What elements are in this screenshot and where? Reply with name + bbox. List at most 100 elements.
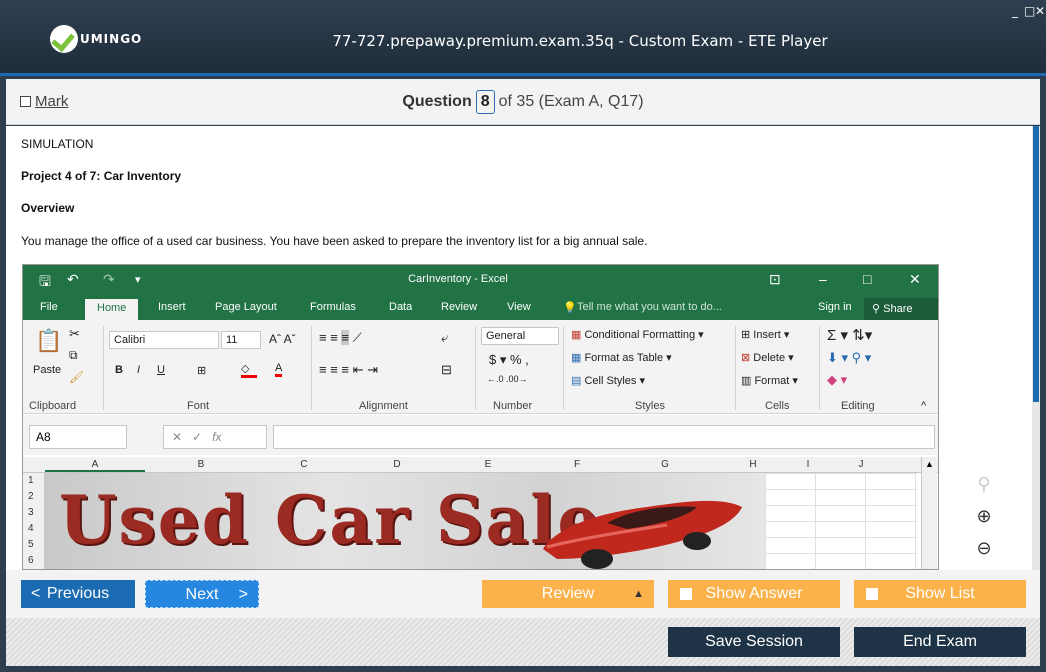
row-header: 6 xyxy=(28,555,34,566)
show-answer-button[interactable]: Show Answer xyxy=(668,580,840,608)
row-header: 3 xyxy=(28,507,34,518)
column-header: B xyxy=(197,459,205,470)
column-header: I xyxy=(806,459,810,470)
decimal-icon: ←.0 .00→ xyxy=(487,374,528,384)
question-content: SIMULATION Project 4 of 7: Car Inventory… xyxy=(6,126,1032,570)
excel-close-icon: ✕ xyxy=(909,271,921,287)
show-list-checkbox-icon[interactable] xyxy=(866,588,878,600)
insert-cells-item: ⊞ Insert ▾ xyxy=(741,329,790,341)
format-painter-icon: 🖌 xyxy=(69,370,85,384)
conditional-formatting-label: Conditional Formatting xyxy=(584,329,696,341)
merge-icon: ⊟ xyxy=(441,362,452,377)
overview-text: You manage the office of a used car busi… xyxy=(21,234,648,248)
excel-vertical-scrollbar: ▲ xyxy=(921,457,937,569)
name-box: A8 xyxy=(29,425,127,449)
save-session-button[interactable]: Save Session xyxy=(668,627,840,657)
show-answer-label[interactable]: Show Answer xyxy=(706,585,803,602)
minimize-icon[interactable]: _ xyxy=(1012,4,1018,18)
cell-styles-label: Cell Styles xyxy=(584,375,637,387)
end-exam-button[interactable]: End Exam xyxy=(854,627,1026,657)
font-size-box: 11 xyxy=(221,331,261,349)
cut-icon: ✂ xyxy=(69,326,80,341)
column-header: E xyxy=(484,459,492,470)
question-total: of 35 (Exam A, Q17) xyxy=(498,93,644,110)
row-header: 2 xyxy=(28,491,34,502)
excel-screenshot: 🖫 ↶ ↷ ▾ CarInventory - Excel ⊡ – □ ✕ Fil… xyxy=(22,264,939,570)
format-cells-icon: ▥ xyxy=(741,375,755,387)
font-color-icon: A xyxy=(275,362,283,377)
question-header: Mark Question 8 of 35 (Exam A, Q17) xyxy=(6,79,1040,125)
question-word: Question xyxy=(402,93,472,110)
person-icon: ⚲ xyxy=(872,303,884,315)
format-as-table-item: ▦ Format as Table ▾ xyxy=(571,352,672,364)
ribbon-separator xyxy=(311,326,312,410)
ribbon-options-icon: ⊡ xyxy=(769,271,781,287)
scroll-up-icon: ▲ xyxy=(925,459,934,469)
chevron-right-icon: > xyxy=(238,586,248,603)
tab-review: Review xyxy=(441,301,478,313)
zoom-out-icon[interactable]: ⊖ xyxy=(969,538,999,566)
group-alignment: Alignment xyxy=(359,400,408,412)
tab-formulas: Formulas xyxy=(310,301,356,313)
column-header: G xyxy=(661,459,669,470)
project-title: Project 4 of 7: Car Inventory xyxy=(21,169,182,183)
cell-styles-icon: ▤ xyxy=(571,375,585,387)
delete-cells-icon: ⊠ xyxy=(741,352,754,364)
tab-page-layout: Page Layout xyxy=(215,301,277,313)
top-align-icon: ≡ ≡ ≡ ⟋ xyxy=(319,330,362,345)
italic-icon: I xyxy=(137,364,141,376)
excel-ribbon: 📋 Paste ✂ ⧉ 🖌 Clipboard Calibri 11 Aˆ Aˇ… xyxy=(23,320,938,414)
tab-home: Home xyxy=(85,299,139,320)
maximize-icon[interactable]: □ xyxy=(1024,4,1035,18)
excel-minimize-icon: – xyxy=(819,271,827,287)
share-button: ⚲ Share xyxy=(864,298,938,320)
column-header: C xyxy=(300,459,308,470)
overview-heading: Overview xyxy=(21,201,75,215)
autosum-icon: Σ ▾ ⇅▾ xyxy=(827,327,873,344)
sign-in-link: Sign in xyxy=(818,301,852,313)
align-left-icon: ≡ ≡ ≡ ⇤ ⇥ xyxy=(319,362,378,377)
navigation-bar: < Previous Next > Review ▲ Show Answer S… xyxy=(6,570,1040,618)
show-answer-checkbox-icon[interactable] xyxy=(680,588,692,600)
show-list-button[interactable]: Show List xyxy=(854,580,1026,608)
scrollbar-thumb[interactable] xyxy=(1033,126,1039,402)
column-header: D xyxy=(393,459,401,470)
zoom-search-icon[interactable]: ⚲ xyxy=(969,474,999,502)
column-header: J xyxy=(858,459,864,470)
previous-button[interactable]: < Previous xyxy=(21,580,135,608)
next-button[interactable]: Next > xyxy=(145,580,259,608)
banner-text: Used Car Sale xyxy=(59,481,602,559)
paste-icon: 📋 xyxy=(35,328,63,353)
previous-label[interactable]: Previous xyxy=(47,585,109,602)
content-scrollbar[interactable] xyxy=(1032,126,1040,570)
bold-icon: B xyxy=(115,364,123,376)
conditional-formatting-icon: ▦ xyxy=(571,329,585,341)
group-editing: Editing xyxy=(841,400,875,412)
session-bar: Save Session End Exam xyxy=(6,618,1040,666)
show-list-label[interactable]: Show List xyxy=(905,585,974,602)
zoom-in-icon[interactable]: ⊕ xyxy=(969,506,999,534)
currency-icon: $ ▾ % , xyxy=(489,352,529,367)
format-cells-item: ▥ Format ▾ xyxy=(741,375,798,387)
next-label[interactable]: Next xyxy=(186,586,219,603)
formula-bar: A8 ✕ ✓ fx xyxy=(23,415,938,455)
ribbon-separator xyxy=(475,326,476,410)
group-number: Number xyxy=(493,400,533,412)
review-button[interactable]: Review ▲ xyxy=(482,580,654,608)
column-headers: A B C D E F G H I J xyxy=(23,457,938,473)
ete-player-window: UMINGO 77-727.prepaway.premium.exam.35q … xyxy=(0,0,1046,672)
excel-maximize-icon: □ xyxy=(863,271,872,287)
row-header: 4 xyxy=(28,523,34,534)
chevron-left-icon: < xyxy=(31,585,41,602)
question-indicator: Question 8 of 35 (Exam A, Q17) xyxy=(6,90,1040,114)
number-format-box: General xyxy=(481,327,559,345)
group-cells: Cells xyxy=(765,400,790,412)
close-icon[interactable]: ✕ xyxy=(1035,4,1045,18)
group-clipboard: Clipboard xyxy=(29,400,77,412)
ribbon-separator xyxy=(563,326,564,410)
review-label[interactable]: Review xyxy=(542,585,594,602)
fill-color-icon: ◇ xyxy=(241,362,257,378)
row-header: 5 xyxy=(28,539,34,550)
question-number-box[interactable]: 8 xyxy=(475,90,495,114)
insert-cells-label: Insert xyxy=(753,329,781,341)
